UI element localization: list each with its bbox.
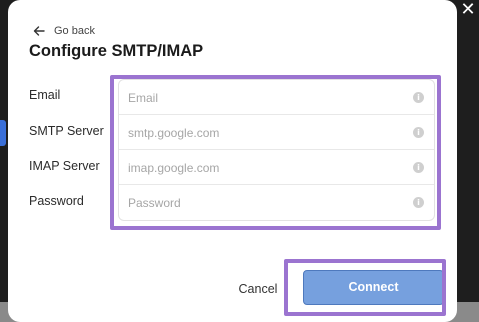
close-icon[interactable]: ✕ [460, 0, 476, 20]
email-label: Email [29, 88, 61, 102]
background-accent-bar [0, 120, 6, 146]
smtp-server-row: i [119, 115, 434, 150]
imap-server-field[interactable] [128, 150, 398, 185]
info-icon[interactable]: i [413, 197, 424, 208]
cancel-button[interactable]: Cancel [230, 279, 286, 299]
info-icon[interactable]: i [413, 92, 424, 103]
configure-smtp-imap-dialog: Go back Configure SMTP/IMAP Email SMTP S… [8, 0, 457, 322]
password-row: i [119, 185, 434, 220]
credentials-form: i i i i [118, 79, 435, 221]
arrow-left-icon [33, 26, 45, 36]
email-field[interactable] [128, 80, 398, 115]
imap-server-row: i [119, 150, 434, 185]
info-icon[interactable]: i [413, 162, 424, 173]
smtp-server-label: SMTP Server [29, 124, 104, 138]
password-label: Password [29, 194, 84, 208]
email-row: i [119, 80, 434, 115]
info-icon[interactable]: i [413, 127, 424, 138]
smtp-server-field[interactable] [128, 115, 398, 150]
dialog-title: Configure SMTP/IMAP [29, 42, 204, 60]
go-back-label: Go back [54, 25, 95, 37]
go-back-link[interactable]: Go back [32, 22, 95, 40]
connect-button[interactable]: Connect [303, 270, 444, 305]
imap-server-label: IMAP Server [29, 159, 100, 173]
password-field[interactable] [128, 185, 398, 220]
